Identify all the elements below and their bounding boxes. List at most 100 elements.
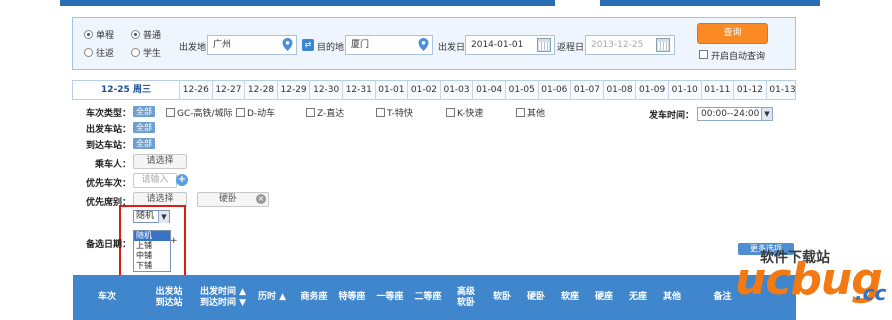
header-label: 高级 [456,286,475,297]
date-tab[interactable]: 12-27 [211,81,245,99]
date-tab[interactable]: 01-01 [374,81,408,99]
arrive-station-all-tag[interactable]: 全部 [133,138,155,149]
train-type-all-tag[interactable]: 全部 [133,106,155,117]
date-tab[interactable]: 01-09 [635,81,668,99]
date-tab-active[interactable]: 12-25 周三 [73,81,179,99]
date-tab[interactable]: 01-06 [537,81,571,99]
to-label: 目的地 [317,43,345,53]
checkbox-icon [306,108,315,117]
table-header-cell[interactable]: 高级 软卧 [447,275,485,320]
train-type-gc[interactable]: GC-高铁/城际 [166,106,233,119]
date-tab[interactable]: 01-08 [602,81,636,99]
date-tab[interactable]: 01-13 [765,81,799,99]
calendar-icon[interactable] [537,38,551,52]
table-header-cell[interactable]: 软座 [553,275,587,320]
priority-train-input[interactable]: 请输入 [133,173,177,188]
date-tab-bar: 12-25 周三 12-26 12-27 12-28 12-29 12-30 12-31 01… [72,80,796,100]
table-header-cell[interactable]: 二等座 [409,275,447,320]
table-header-cell[interactable]: 特等座 [333,275,371,320]
backup-date-add[interactable]: + [170,236,178,246]
table-header-cell[interactable]: 一等座 [371,275,409,320]
auto-query-label: 开启自动查询 [711,52,766,62]
passenger-normal-radio[interactable]: 普通 [131,28,161,41]
arrive-station-label: 到达车站： [86,141,132,151]
depart-station-all-tag[interactable]: 全部 [133,122,155,133]
passenger-select-button[interactable]: 请选择 [133,154,187,169]
radio-dot-icon [131,48,140,57]
return-date-label: 返程日 [557,43,585,53]
depart-date-label: 出发日 [438,43,466,53]
watermark-tld: .cc [855,281,887,305]
train-type-t[interactable]: T-特快 [376,106,413,119]
passenger-student-radio[interactable]: 学生 [131,46,161,59]
header-label: 硬座 [594,292,613,302]
radio-dot-icon [84,30,93,39]
date-tab[interactable]: 12-28 [244,81,277,99]
swap-icon[interactable]: ⇄ [302,39,314,51]
passenger-label: 乘车人： [95,160,132,170]
header-label: 商务座 [300,292,328,302]
date-tab[interactable]: 01-12 [733,81,766,99]
table-header-cell[interactable]: 其他 [655,275,689,320]
active-top-tab[interactable] [555,0,600,6]
header-label: 历时 ▲ [257,292,287,302]
header-label: 其他 [662,292,681,302]
trip-single-radio[interactable]: 单程 [84,28,114,41]
date-tab[interactable]: 01-11 [700,81,734,99]
depart-station-label: 出发车站： [86,125,132,135]
header-label: 无座 [628,292,647,302]
header-label: 硬卧 [526,292,545,302]
from-label: 出发地 [179,43,207,53]
depart-time-label: 发车时间： [649,111,695,121]
table-header-cell[interactable]: 硬卧 [519,275,553,320]
table-header-cell[interactable]: 硬座 [587,275,621,320]
header-label: 二等座 [414,292,442,302]
header-label: 特等座 [338,292,366,302]
location-pin-icon[interactable] [282,38,293,51]
result-table-header: 车次 出发站 到达站 出发时间 ▲ 到达时间 ▼ 历时 ▲ 商务座 特等座 一等座 二等座 高级 软卧… [73,275,796,320]
query-button[interactable]: 查询 [697,23,768,44]
depart-time-select[interactable]: 00:00--24:00 ▼ [697,107,773,121]
location-pin-icon[interactable] [418,38,429,51]
chevron-down-icon: ▼ [761,108,772,120]
table-header-cell[interactable]: 出发时间 ▲ 到达时间 ▼ [197,275,249,320]
checkbox-icon [446,108,455,117]
train-type-z[interactable]: Z-直达 [306,106,344,119]
add-train-icon[interactable]: + [176,174,188,186]
trip-round-radio[interactable]: 往返 [84,46,114,59]
header-label: 车次 [97,292,116,302]
date-tab[interactable]: 12-31 [341,81,375,99]
date-tab[interactable]: 01-04 [472,81,505,99]
date-tab[interactable]: 12-29 [276,81,310,99]
date-tab[interactable]: 01-07 [570,81,603,99]
remove-seat-icon[interactable]: × [256,194,266,204]
header-sublabel: 软卧 [456,297,475,308]
train-type-d[interactable]: D-动车 [236,106,275,119]
header-label: 软卧 [492,292,511,302]
date-tab[interactable]: 01-03 [439,81,473,99]
radio-dot-icon [131,30,140,39]
calendar-icon[interactable] [656,38,670,52]
date-tab[interactable]: 01-10 [667,81,701,99]
table-header-cell[interactable]: 无座 [621,275,655,320]
date-tab[interactable]: 01-05 [504,81,538,99]
top-nav-strip [60,0,820,6]
table-header-cell[interactable]: 商务座 [295,275,333,320]
table-header-cell[interactable]: 历时 ▲ [249,275,295,320]
table-header-cell[interactable]: 软卧 [485,275,519,320]
header-sublabel: 到达站 [155,297,183,308]
train-type-other[interactable]: 其他 [516,106,545,119]
table-header-cell[interactable]: 出发站 到达站 [141,275,197,320]
header-label: 出发时间 ▲ [199,286,247,297]
train-type-label: 车次类型： [86,109,132,119]
train-type-k[interactable]: K-快速 [446,106,483,119]
date-tab[interactable]: 12-30 [309,81,342,99]
date-tab[interactable]: 01-02 [407,81,440,99]
checkbox-icon [376,108,385,117]
header-label: 一等座 [376,292,404,302]
auto-query-checkbox[interactable] [699,50,708,59]
table-header-cell[interactable]: 车次 [73,275,141,320]
header-label: 软座 [560,292,579,302]
header-label: 出发站 [155,286,183,297]
date-tab[interactable]: 12-26 [179,81,212,99]
